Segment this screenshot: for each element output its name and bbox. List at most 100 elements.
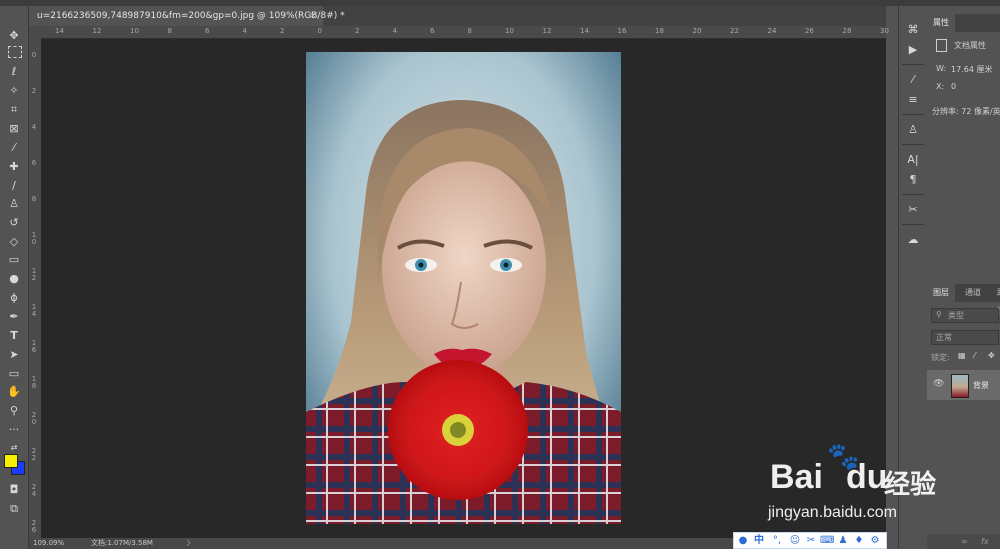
healing-brush-tool-icon[interactable]: ✚ (4, 159, 24, 175)
lock-pixels-icon[interactable]: ▦ (958, 351, 966, 360)
ime-toolbar: ● 中 °, ☺ ✂ ⌨ ♟ ♦ ⚙ (733, 532, 887, 549)
ime-skin-icon[interactable]: ♦ (852, 534, 866, 548)
move-tool-icon[interactable]: ✥ (4, 28, 24, 44)
watermark-product: 经验 (884, 470, 937, 500)
ime-punctuation[interactable]: °, (770, 534, 784, 548)
watermark-brand-suffix: du (846, 458, 888, 496)
foreground-color-swatch[interactable] (4, 454, 18, 468)
resolution-text: 分辨率: 72 像素/英 (932, 107, 1000, 116)
hand-tool-icon[interactable]: ✋ (4, 384, 24, 400)
ruler-tick-label: 12 (92, 27, 102, 35)
crop-tool-icon[interactable]: ⌗ (4, 102, 24, 118)
path-selection-tool-icon[interactable]: ➤ (4, 347, 24, 363)
lasso-tool-icon[interactable]: ℓ (4, 64, 24, 80)
libraries-icon[interactable]: ☁ (905, 232, 921, 248)
x-value[interactable]: 0 (951, 82, 956, 91)
ruler-tick-label: 1 8 (31, 375, 37, 390)
tab-properties[interactable]: 属性 (927, 14, 955, 32)
width-label: W: (936, 64, 947, 73)
ruler-tick-label: 4 (392, 27, 397, 35)
gradient-tool-icon[interactable]: ▭ (4, 252, 24, 268)
divider (902, 194, 924, 195)
adjustments-panel-icon[interactable]: ≡ (905, 92, 921, 108)
ruler-tick-label: 4 (242, 27, 247, 35)
zoom-tool-icon[interactable]: ⚲ (4, 403, 24, 419)
ruler-tick-label: 0 (31, 51, 37, 59)
tab-layers[interactable]: 图层 (927, 284, 955, 302)
divider (902, 114, 924, 115)
brush-settings-icon[interactable]: ⁄ (905, 72, 921, 88)
blur-tool-icon[interactable]: ● (4, 271, 24, 287)
ruler-tick-label: 4 (31, 123, 37, 131)
zoom-level[interactable]: 109.09% (33, 538, 64, 549)
frame-tool-icon[interactable]: ⊠ (4, 121, 24, 137)
layer-row[interactable]: 👁 背景 (927, 370, 1000, 400)
layer-name: 背景 (973, 381, 989, 390)
tools-panel: ✥ ℓ ✧ ⌗ ⊠ ⁄ ✚ / ♙ ↺ ◇ ▭ ● ϕ ✒ T ➤ ▭ ✋ ⚲ … (0, 6, 29, 549)
lock-brush-icon[interactable]: ⁄ (974, 351, 975, 360)
ime-keyboard-icon[interactable]: ⌨ (820, 534, 834, 548)
tab-paths[interactable]: 路径 (991, 284, 1000, 315)
ruler-tick-label: 1 6 (31, 339, 37, 354)
ruler-tick-label: 14 (580, 27, 589, 35)
watermark-url: jingyan.baidu.com (768, 504, 897, 521)
x-label: X: (936, 82, 945, 91)
character-panel-icon[interactable]: A| (905, 152, 921, 168)
ruler-tick-label: 8 (31, 195, 37, 203)
ime-user-icon[interactable]: ♟ (836, 534, 850, 548)
quick-mask-icon[interactable]: ◘ (4, 482, 24, 498)
document-tab[interactable]: u=2166236509,748987910&fm=200&gp=0.jpg @… (29, 6, 345, 26)
document-icon (936, 39, 947, 52)
ruler-tick-label: 2 (355, 27, 360, 35)
layer-effects-icon[interactable]: fx (981, 537, 989, 546)
ruler-tick-label: 2 2 (31, 447, 37, 462)
ruler-tick-label: 30 (880, 27, 889, 35)
status-menu-arrow-icon[interactable]: 〉 (187, 538, 194, 549)
actions-panel-icon[interactable]: ▶ (905, 42, 921, 58)
close-icon[interactable]: × (309, 6, 317, 26)
divider (902, 144, 924, 145)
lock-position-icon[interactable]: ✥ (988, 351, 995, 360)
ime-settings-icon[interactable]: ⚙ (868, 534, 882, 548)
eraser-tool-icon[interactable]: ◇ (4, 234, 24, 250)
ime-scissors-icon[interactable]: ✂ (804, 534, 818, 548)
history-panel-icon[interactable]: ⌘ (905, 22, 921, 38)
ruler-tick-label: 6 (430, 27, 435, 35)
clone-stamp-tool-icon[interactable]: ♙ (4, 196, 24, 212)
divider (902, 64, 924, 65)
paragraph-panel-icon[interactable]: ¶ (905, 172, 921, 188)
more-tools-icon[interactable]: ··· (4, 422, 24, 438)
document-image[interactable] (306, 52, 621, 524)
ruler-tick-label: 2 4 (31, 483, 37, 498)
ime-mode[interactable]: 中 (752, 534, 766, 548)
screen-mode-icon[interactable]: ⧉ (4, 501, 24, 517)
history-brush-tool-icon[interactable]: ↺ (4, 215, 24, 231)
rectangle-tool-icon[interactable]: ▭ (4, 366, 24, 382)
ruler-tick-label: 6 (31, 159, 37, 167)
tool-presets-icon[interactable]: ✂ (905, 202, 921, 218)
ruler-tick-label: 20 (692, 27, 702, 35)
link-layers-icon[interactable]: ∞ (961, 537, 968, 546)
doc-properties-label: 文档属性 (954, 41, 986, 50)
magic-wand-tool-icon[interactable]: ✧ (4, 83, 24, 99)
ruler-tick-label: 2 (31, 87, 37, 95)
ruler-horizontal: 14 12 10 8 6 4 2 0 2 4 6 8 10 12 14 16 18 20 22 24 26 28 30 (29, 26, 889, 39)
clone-source-icon[interactable]: ♙ (905, 122, 921, 138)
tab-channels[interactable]: 通道 (959, 284, 987, 302)
marquee-tool-icon[interactable] (8, 46, 22, 58)
ime-emoji-icon[interactable]: ☺ (788, 534, 802, 548)
portrait-photo (306, 52, 621, 524)
layer-thumbnail (951, 374, 969, 398)
width-value[interactable]: 17.64 厘米 (951, 64, 992, 75)
visibility-eye-icon[interactable]: 👁 (933, 379, 944, 389)
dodge-tool-icon[interactable]: ϕ (4, 290, 24, 306)
layer-kind-filter[interactable]: ⚲ 类型 (931, 308, 999, 323)
ruler-tick-label: 1 2 (31, 267, 37, 282)
ruler-tick-label: 1 0 (31, 231, 37, 246)
ime-logo-icon[interactable]: ● (736, 534, 750, 548)
type-tool-icon[interactable]: T (4, 328, 24, 344)
brush-tool-icon[interactable]: / (4, 178, 24, 194)
blend-mode-select[interactable]: 正常 (931, 330, 999, 345)
eyedropper-tool-icon[interactable]: ⁄ (4, 140, 24, 156)
pen-tool-icon[interactable]: ✒ (4, 309, 24, 325)
